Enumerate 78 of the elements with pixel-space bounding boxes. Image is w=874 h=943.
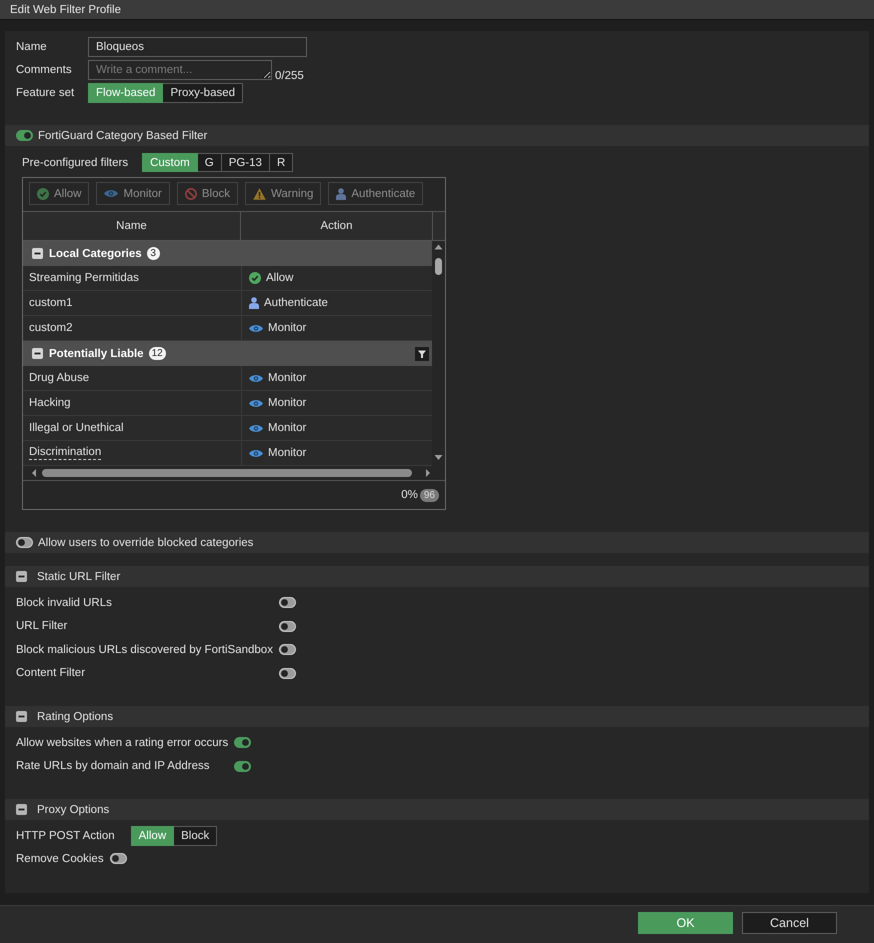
collapse-icon[interactable]: [16, 571, 27, 582]
toggle-switch[interactable]: [16, 537, 33, 548]
category-name: custom2: [29, 322, 72, 334]
segment-option[interactable]: R: [270, 153, 294, 172]
collapse-icon[interactable]: [16, 804, 27, 815]
warning-icon: [252, 188, 266, 200]
category-name: Streaming Permitidas: [29, 272, 139, 284]
toggle-switch[interactable]: [278, 668, 296, 679]
option-label: Allow users to override blocked categories: [38, 536, 254, 548]
action-label: Monitor: [268, 322, 306, 334]
segment-option[interactable]: Block: [174, 826, 218, 846]
collapse-icon[interactable]: [32, 348, 43, 359]
eye-icon: [104, 189, 118, 198]
toggle-switch[interactable]: [234, 737, 252, 748]
column-header[interactable]: Action: [241, 212, 433, 240]
check-circle-icon: [37, 188, 49, 200]
group-row[interactable]: Potentially Liable 12: [23, 341, 432, 366]
action-label: Monitor: [268, 422, 306, 434]
filter-icon[interactable]: [415, 346, 429, 360]
category-name: Illegal or Unethical: [29, 422, 124, 434]
action-label: Monitor: [268, 447, 306, 459]
category-name: Drug Abuse: [29, 372, 90, 384]
field-label: Feature set: [16, 87, 74, 99]
collapse-icon[interactable]: [32, 248, 43, 259]
section-title: Proxy Options: [37, 804, 110, 816]
option-label: Block malicious URLs discovered by FortiSandbox: [16, 644, 273, 656]
collapse-icon[interactable]: [16, 711, 27, 722]
option-label: HTTP POST Action: [16, 830, 115, 842]
option-label: Rate URLs by domain and IP Address: [16, 760, 210, 772]
eye-icon: [249, 448, 263, 458]
section-title: Rating Options: [37, 710, 114, 722]
count-badge: 12: [148, 347, 166, 360]
group-name: Local Categories: [49, 248, 142, 260]
no-entry-icon: [184, 188, 197, 200]
segment-option[interactable]: Proxy-based: [163, 83, 244, 103]
category-name: custom1: [29, 297, 72, 309]
eye-icon: [249, 424, 263, 432]
progress-text: 0%: [401, 489, 418, 501]
group-row[interactable]: Local Categories 3: [23, 241, 432, 266]
toggle-switch[interactable]: [278, 644, 296, 656]
section-title: FortiGuard Category Based Filter: [38, 130, 208, 142]
eye-icon: [249, 374, 263, 382]
toggle-switch[interactable]: [234, 760, 252, 772]
action-label: Monitor: [268, 397, 306, 409]
count-badge: 3: [146, 247, 160, 260]
option-label: URL Filter: [16, 620, 68, 632]
option-label: Allow websites when a rating error occurs: [16, 736, 228, 749]
cancel-button[interactable]: Cancel: [742, 912, 837, 934]
segment-option[interactable]: G: [198, 153, 222, 172]
option-label: Block invalid URLs: [16, 596, 112, 609]
category-name: Hacking: [29, 397, 71, 409]
action-label: Authenticate: [264, 297, 328, 309]
person-icon: [336, 188, 346, 200]
window-title: Edit Web Filter Profile: [10, 4, 121, 16]
action-label: Monitor: [268, 372, 306, 384]
toggle-switch[interactable]: [278, 597, 296, 608]
total-count-badge: 96: [420, 488, 439, 502]
group-name: Potentially Liable: [49, 348, 144, 360]
eye-icon: [249, 324, 263, 332]
toggle-switch[interactable]: [16, 130, 33, 141]
toggle-switch[interactable]: [278, 620, 296, 632]
filter-label: Pre-configured filters: [22, 156, 128, 168]
field-label: Comments: [16, 64, 72, 76]
eye-icon: [249, 398, 263, 408]
comments-field[interactable]: Write a comment...: [88, 60, 272, 80]
option-label: Content Filter: [16, 667, 86, 680]
person-icon: [249, 297, 259, 309]
action-label: Allow: [266, 272, 294, 284]
character-counter: 0/255: [275, 69, 304, 83]
column-header[interactable]: Name: [23, 212, 241, 240]
field-label: Name: [16, 41, 47, 53]
name-field[interactable]: Bloqueos: [88, 37, 307, 57]
segment-option[interactable]: PG-13: [222, 153, 270, 172]
section-title: Static URL Filter: [37, 570, 120, 582]
check-circle-icon: [249, 272, 261, 284]
option-label: Remove Cookies: [16, 852, 104, 864]
category-name: Discrimination: [29, 446, 102, 460]
toggle-switch[interactable]: [110, 853, 127, 864]
